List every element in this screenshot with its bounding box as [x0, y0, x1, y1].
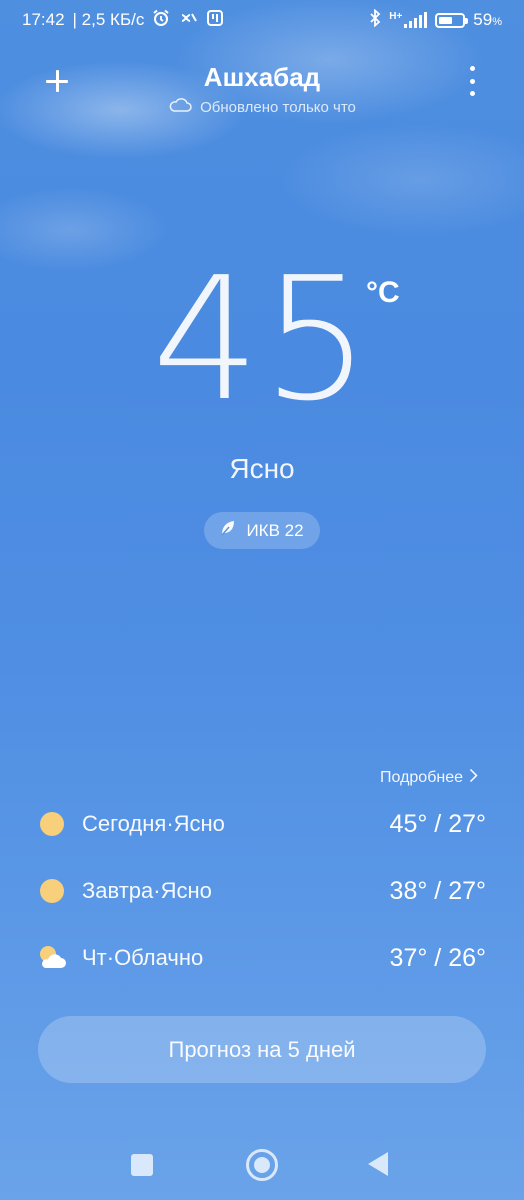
- bluetooth-icon: [369, 8, 381, 32]
- status-bar: 17:42 | 2,5 КБ/с H+ 59%: [0, 0, 524, 40]
- header: Ашхабад Обновлено только что: [0, 60, 524, 130]
- navigation-bar: [0, 1130, 524, 1200]
- aqi-label: ИКВ 22: [246, 520, 304, 540]
- forecast-temp-range: 37° / 26°: [389, 943, 486, 972]
- details-label: Подробнее: [380, 769, 463, 786]
- alarm-icon: [152, 9, 170, 32]
- aqi-badge[interactable]: ИКВ 22: [204, 512, 320, 549]
- network-type-label: H+: [389, 10, 403, 22]
- signal-icon: [404, 12, 428, 28]
- leaf-icon: [220, 519, 236, 542]
- more-menu-button[interactable]: [466, 66, 478, 96]
- infinity-icon: [178, 10, 198, 30]
- chevron-right-icon: [469, 768, 478, 788]
- partly-cloudy-icon: [38, 944, 66, 972]
- forecast-row-thursday[interactable]: Чт·Облачно 37° / 26°: [38, 938, 486, 978]
- notification-icon: [206, 9, 224, 32]
- forecast-temp-range: 45° / 27°: [389, 809, 486, 838]
- forecast-row-today[interactable]: Сегодня·Ясно 45° / 27°: [38, 804, 486, 844]
- back-button[interactable]: [368, 1152, 388, 1176]
- recents-button[interactable]: [131, 1154, 153, 1176]
- details-link[interactable]: Подробнее: [380, 768, 478, 788]
- forecast-day-label: Чт·Облачно: [82, 945, 204, 970]
- forecast-row-tomorrow[interactable]: Завтра·Ясно 38° / 27°: [38, 871, 486, 911]
- network-speed: | 2,5 КБ/с: [72, 10, 145, 29]
- status-time: 17:42: [22, 10, 65, 29]
- current-temperature: 45: [151, 241, 373, 439]
- forecast-day-label: Сегодня·Ясно: [82, 811, 225, 836]
- forecast-day-label: Завтра·Ясно: [82, 878, 212, 903]
- sun-icon: [38, 810, 66, 838]
- temperature-unit: °C: [366, 276, 400, 309]
- home-button[interactable]: [246, 1149, 278, 1181]
- five-day-forecast-button[interactable]: Прогноз на 5 дней: [38, 1016, 486, 1083]
- battery-icon: [435, 12, 469, 28]
- updated-text: Обновлено только что: [200, 98, 356, 116]
- current-condition: Ясно: [229, 453, 295, 484]
- forecast-temp-range: 38° / 27°: [389, 876, 486, 905]
- battery-percent: 59%: [473, 10, 502, 29]
- city-name: Ашхабад: [203, 62, 321, 92]
- sun-icon: [38, 877, 66, 905]
- cloud-icon: [168, 98, 192, 116]
- update-status: Обновлено только что: [0, 98, 524, 116]
